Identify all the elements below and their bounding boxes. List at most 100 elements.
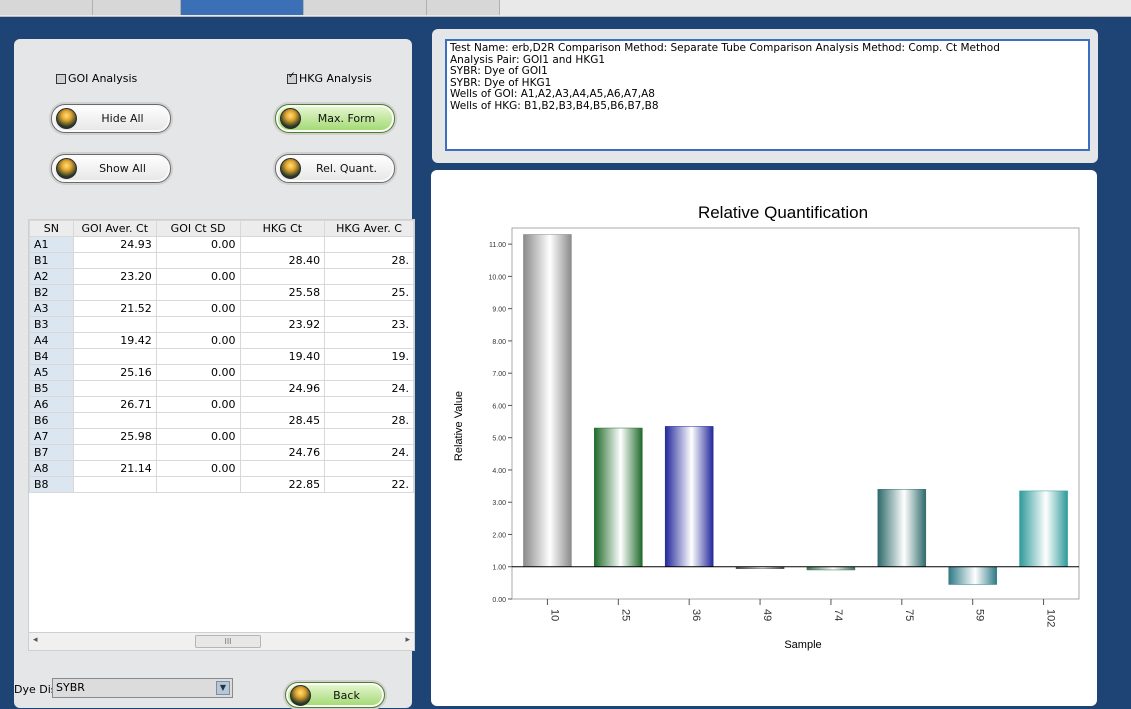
table-row[interactable]: B1 28.40 28. <box>29 252 414 269</box>
table-header[interactable]: GOI Aver. Ct <box>72 220 157 237</box>
info-line: SYBR: Dye of GOI1 <box>450 65 548 77</box>
table-cell: 0.00 <box>155 300 241 317</box>
hkg-analysis-checkbox[interactable]: HKG Analysis <box>287 71 372 85</box>
rel-quant-button[interactable]: Rel. Quant. <box>275 154 395 183</box>
table-cell <box>72 284 157 301</box>
row-sn-cell: A8 <box>29 460 74 477</box>
table-cell <box>239 428 326 445</box>
table-header[interactable]: SN <box>29 220 74 237</box>
table-row[interactable]: B7 24.76 24. <box>29 444 414 461</box>
table-cell <box>155 412 241 429</box>
table-row[interactable]: B8 22.85 22. <box>29 476 414 493</box>
table-cell <box>239 460 326 477</box>
y-tick-label: 9.00 <box>492 307 506 314</box>
table-cell <box>324 236 414 253</box>
table-cell: 19.42 <box>72 332 157 349</box>
tab[interactable] <box>304 0 427 15</box>
table-row-empty <box>30 538 414 553</box>
bulb-icon <box>56 158 77 179</box>
table-row[interactable]: B4 19.40 19. <box>29 348 414 365</box>
table-cell <box>72 252 157 269</box>
table-row[interactable]: A6 26.71 0.00 <box>29 396 414 413</box>
bar-59 <box>948 566 997 585</box>
x-tick-label: 25 <box>619 609 631 621</box>
table-row[interactable]: A7 25.98 0.00 <box>29 428 414 445</box>
y-tick-label: 3.00 <box>492 500 506 507</box>
scroll-right-icon[interactable]: ▸ <box>405 635 410 645</box>
chevron-down-icon[interactable]: ▼ <box>216 681 230 695</box>
table-cell <box>72 348 157 365</box>
hide-all-button[interactable]: Hide All <box>51 104 171 133</box>
table-header[interactable]: HKG Ct <box>239 220 326 237</box>
info-line: Test Name: erb,D2R Comparison Method: Se… <box>450 42 1000 54</box>
table-cell: 0.00 <box>155 268 241 285</box>
table-cell: 28.45 <box>239 412 326 429</box>
table-cell: 28.40 <box>239 252 326 269</box>
x-tick-label: 59 <box>974 609 986 621</box>
table-cell: 19. <box>324 348 414 365</box>
bar-75 <box>877 489 927 567</box>
table-cell: 19.40 <box>239 348 326 365</box>
table-header[interactable]: GOI Ct SD <box>155 220 241 237</box>
back-button[interactable]: Back <box>285 682 385 708</box>
checkbox-box[interactable] <box>56 73 66 84</box>
row-sn-cell: A6 <box>29 396 74 413</box>
horizontal-scrollbar[interactable]: ◂ III ▸ <box>28 632 415 651</box>
y-tick-label: 11.00 <box>489 242 506 249</box>
table-cell: 0.00 <box>155 460 241 477</box>
y-tick-label: 1.00 <box>492 565 506 572</box>
table-cell: 0.00 <box>155 364 241 381</box>
data-table[interactable]: SN GOI Aver. Ct GOI Ct SD HKG Ct HKG Aver. C… <box>28 219 415 634</box>
table-cell: 25.58 <box>239 284 326 301</box>
info-line: Wells of HKG: B1,B2,B3,B4,B5,B6,B7,B8 <box>450 99 659 112</box>
dye-select[interactable]: SYBR ▼ <box>52 678 233 698</box>
table-cell: 0.00 <box>155 428 241 445</box>
max-form-button[interactable]: Max. Form <box>275 104 395 133</box>
table-cell <box>324 268 414 285</box>
row-sn-cell: B5 <box>29 380 74 397</box>
x-tick-label: 36 <box>690 609 702 621</box>
table-cell: 24. <box>324 444 414 461</box>
table-cell: 23.92 <box>239 316 326 333</box>
table-row[interactable]: A3 21.52 0.00 <box>29 300 414 317</box>
table-row[interactable]: A1 24.93 0.00 <box>29 236 414 253</box>
table-row[interactable]: B3 23.92 23. <box>29 316 414 333</box>
tab[interactable] <box>93 0 181 15</box>
table-row[interactable]: B5 24.96 24. <box>29 380 414 397</box>
y-tick-label: 6.00 <box>492 403 506 410</box>
tab[interactable] <box>427 0 500 15</box>
row-sn-cell: B1 <box>29 252 74 269</box>
table-cell: 24.76 <box>239 444 326 461</box>
table-row[interactable]: A4 19.42 0.00 <box>29 332 414 349</box>
table-cell: 22. <box>324 476 414 493</box>
row-sn-cell: A5 <box>29 364 74 381</box>
hkg-analysis-label: HKG Analysis <box>299 72 372 85</box>
table-cell <box>72 316 157 333</box>
bar-102 <box>1019 490 1068 567</box>
goi-analysis-checkbox[interactable]: GOI Analysis <box>56 72 137 85</box>
table-cell <box>155 284 241 301</box>
show-all-button[interactable]: Show All <box>51 154 171 183</box>
table-cell: 24.93 <box>72 236 157 253</box>
tab[interactable] <box>0 0 93 15</box>
y-axis-label: Relative Value <box>453 391 465 461</box>
table-header[interactable]: HKG Aver. C <box>324 220 414 237</box>
table-row[interactable]: B6 28.45 28. <box>29 412 414 429</box>
checkbox-box[interactable] <box>287 71 297 84</box>
y-tick-label: 2.00 <box>492 532 506 539</box>
y-tick-label: 7.00 <box>492 371 506 378</box>
bar-25 <box>594 427 643 567</box>
table-row[interactable]: A2 23.20 0.00 <box>29 268 414 285</box>
table-cell: 0.00 <box>155 332 241 349</box>
scroll-left-icon[interactable]: ◂ <box>33 635 38 645</box>
scroll-thumb[interactable]: III <box>195 635 261 648</box>
tab-active[interactable] <box>181 0 304 15</box>
dye-select-value: SYBR <box>56 681 85 694</box>
table-row[interactable]: A5 25.16 0.00 <box>29 364 414 381</box>
table-cell: 28. <box>324 252 414 269</box>
table-cell <box>155 444 241 461</box>
table-cell: 21.14 <box>72 460 157 477</box>
table-row[interactable]: B2 25.58 25. <box>29 284 414 301</box>
y-tick-label: 5.00 <box>492 436 506 443</box>
table-row[interactable]: A8 21.14 0.00 <box>29 460 414 477</box>
